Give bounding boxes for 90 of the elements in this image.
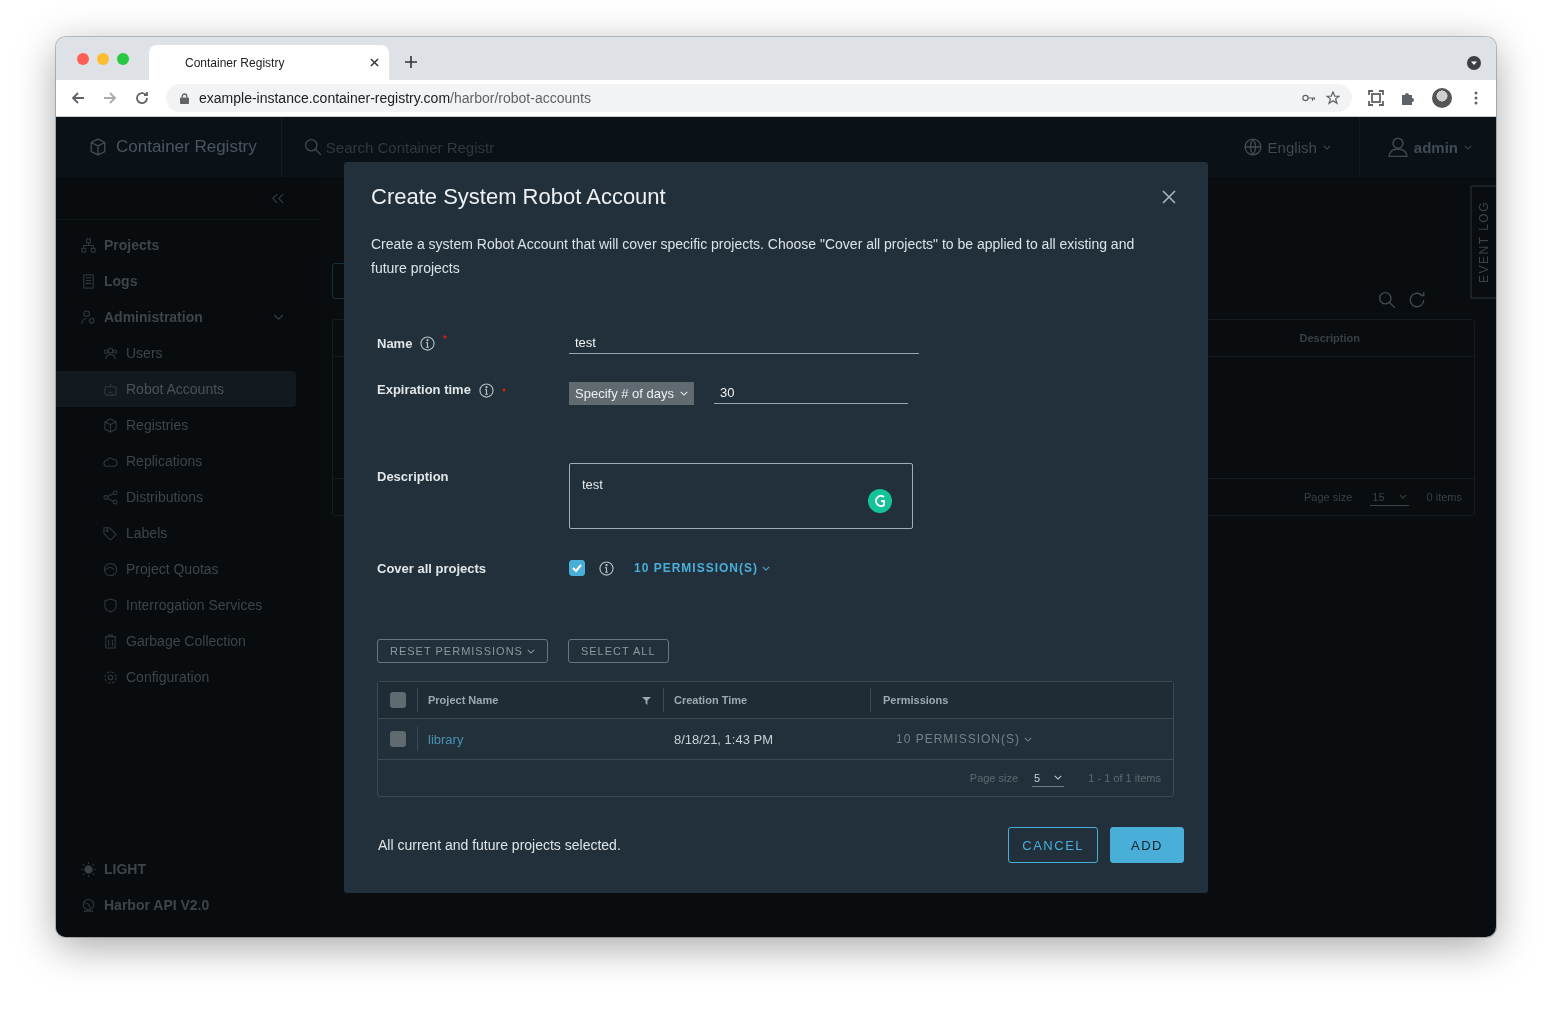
theme-toggle[interactable]: LIGHT [56, 851, 296, 887]
robot-icon [103, 381, 118, 397]
lock-icon [180, 92, 189, 104]
user-menu[interactable]: admin [1358, 117, 1496, 177]
close-icon[interactable] [370, 58, 379, 67]
api-link[interactable]: Harbor API V2.0 [56, 887, 296, 923]
sidebar-item[interactable]: Labels [56, 515, 296, 551]
name-field[interactable]: test [569, 332, 919, 354]
status-text: All current and future projects selected. [378, 837, 621, 853]
caret-icon [762, 565, 771, 571]
reset-permissions-button[interactable]: RESET PERMISSIONS [377, 639, 548, 663]
sidebar-item[interactable]: Project Quotas [56, 551, 296, 587]
settings-icon [103, 669, 118, 685]
sidebar-item[interactable]: Logs [56, 263, 296, 299]
language-menu[interactable]: English [1215, 117, 1359, 177]
dialog-description: Create a system Robot Account that will cover specific projects. Choose "Cover all projects" to be applied to all existing and future projects [371, 235, 1136, 278]
globe-icon [1243, 138, 1262, 156]
expiration-select[interactable]: Specify # of days [569, 382, 694, 405]
puzzle-icon[interactable] [1400, 90, 1416, 106]
caret-icon [680, 391, 688, 396]
sidebar-item[interactable]: Garbage Collection [56, 623, 296, 659]
sun-icon [81, 861, 96, 877]
column-header[interactable]: Project Name [428, 694, 499, 706]
column-header[interactable]: Creation Time [674, 694, 748, 706]
caret-icon [1054, 775, 1063, 780]
field-label: Name [377, 335, 413, 351]
cancel-button[interactable]: CANCEL [1008, 827, 1099, 863]
back-icon[interactable] [70, 90, 86, 106]
browser-tab[interactable]: Container Registry [149, 45, 389, 80]
sidebar-item[interactable]: Administration [56, 299, 296, 335]
share-icon [103, 489, 118, 505]
page-size-label: Page size [969, 772, 1019, 784]
sidebar-item[interactable]: Replications [56, 443, 296, 479]
info-icon[interactable] [599, 560, 614, 576]
cube-icon [89, 138, 107, 156]
field-label: Cover all projects [377, 560, 487, 576]
user-icon [1387, 137, 1408, 157]
add-button[interactable]: ADD [1110, 827, 1184, 863]
url-text: example-instance.container-registry.com/harbor/robot-accounts [199, 90, 591, 106]
info-icon[interactable] [478, 383, 494, 398]
dropdown-icon[interactable] [1467, 56, 1481, 70]
filter-icon[interactable] [642, 695, 651, 705]
user-gear-icon [81, 309, 96, 325]
sidebar-item[interactable]: Interrogation Services [56, 587, 296, 623]
checkbox[interactable] [389, 731, 406, 747]
plus-icon[interactable] [405, 56, 417, 68]
caret-icon [1322, 144, 1331, 150]
sidebar-item[interactable]: Robot Accounts [56, 371, 296, 407]
description-field[interactable]: test [569, 463, 913, 529]
caret-icon [1464, 144, 1472, 150]
sidebar-item[interactable]: Configuration [56, 659, 296, 695]
sidebar-item[interactable]: Projects [56, 227, 296, 263]
avatar[interactable] [1432, 88, 1452, 108]
page-size-select[interactable]: 5 [1032, 769, 1065, 787]
brand-name[interactable]: Container Registry [116, 137, 257, 157]
grammar-icon[interactable] [868, 489, 892, 513]
search-icon [303, 138, 322, 156]
shield-icon [103, 597, 118, 613]
field-label: Description [377, 469, 449, 484]
globe-icon [81, 897, 96, 913]
column-header[interactable]: Permissions [883, 694, 949, 706]
permissions-dropdown[interactable]: 10 PERMISSION(S) [634, 561, 771, 575]
project-link[interactable]: library [428, 731, 464, 747]
days-field[interactable]: 30 [714, 382, 908, 404]
info-icon[interactable] [420, 335, 436, 351]
caret-icon [1398, 494, 1407, 499]
screen-capture-icon[interactable] [1368, 90, 1384, 106]
users-icon [103, 345, 118, 361]
caret-icon [1024, 736, 1033, 742]
reload-icon[interactable] [134, 90, 150, 106]
address-bar[interactable]: example-instance.container-registry.com/harbor/robot-accounts [166, 84, 1352, 112]
document-icon [81, 273, 96, 289]
permissions-dropdown[interactable]: 10 PERMISSION(S) [896, 732, 1033, 746]
star-icon[interactable] [1326, 91, 1340, 105]
close-icon[interactable] [1162, 190, 1176, 204]
checkbox[interactable] [569, 560, 585, 576]
sidebar-item[interactable]: Users [56, 335, 296, 371]
cube-icon [103, 417, 118, 433]
sidebar-item[interactable]: Registries [56, 407, 296, 443]
gauge-icon [103, 561, 118, 577]
table-cell: 8/18/21, 1:43 PM [674, 731, 773, 747]
dialog-title: Create System Robot Account [371, 184, 666, 210]
caret-icon [526, 648, 535, 654]
projects-icon [81, 237, 96, 253]
tag-icon [103, 525, 118, 541]
sidebar-item[interactable]: Distributions [56, 479, 296, 515]
checkbox[interactable] [389, 692, 406, 708]
field-label: Expiration time [377, 382, 471, 397]
select-all-button[interactable]: SELECT ALL [567, 639, 669, 663]
trash-icon [103, 633, 118, 649]
